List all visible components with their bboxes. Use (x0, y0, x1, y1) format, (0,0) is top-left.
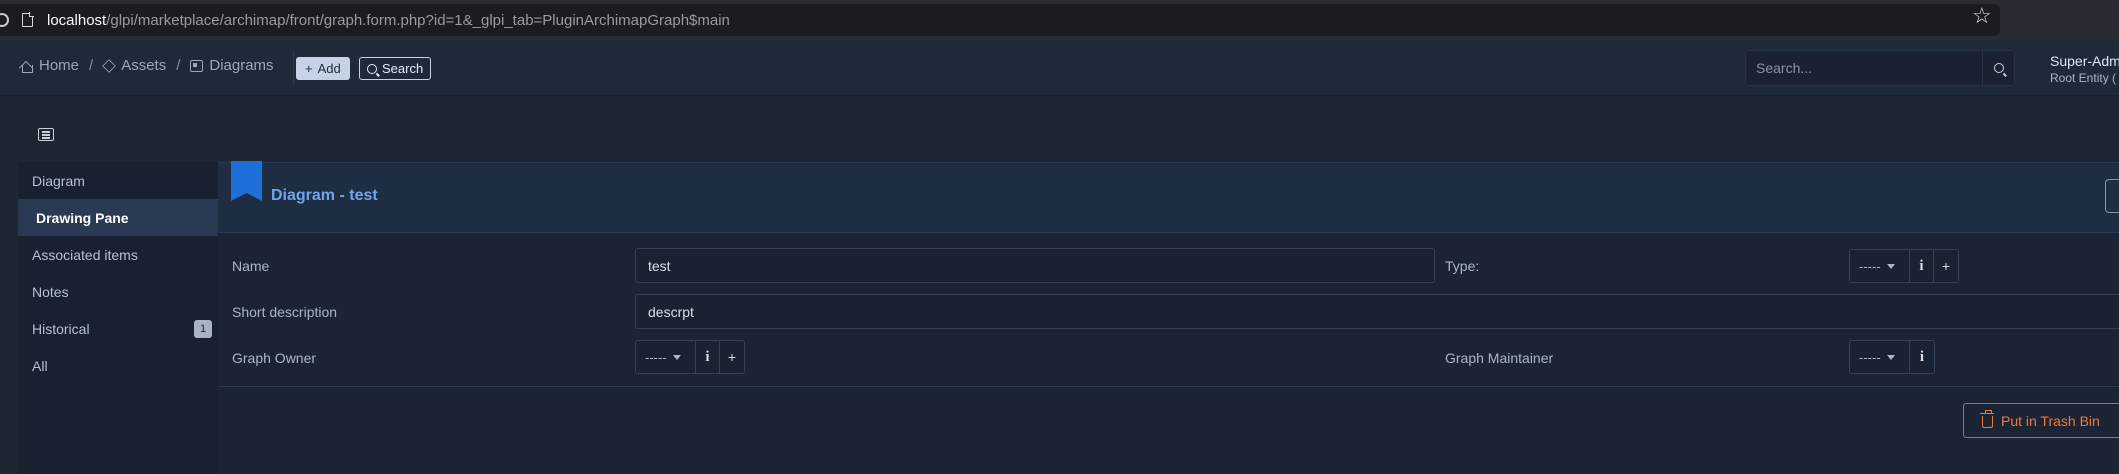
tab-historical[interactable]: Historical 1 (18, 310, 218, 347)
card-header-button[interactable] (2105, 179, 2119, 213)
name-input[interactable] (635, 248, 1435, 283)
tab-label: All (32, 357, 48, 374)
count-badge: 1 (194, 320, 212, 338)
graph-owner-add-button[interactable]: + (720, 341, 744, 373)
home-icon (20, 60, 33, 73)
short-description-label: Short description (232, 304, 338, 320)
breadcrumb-diagrams[interactable]: Diagrams (190, 57, 274, 74)
tab-all[interactable]: All (18, 347, 218, 384)
graph-owner-select-value: ----- (645, 349, 667, 365)
type-label: Type: (1445, 258, 1480, 274)
search-button-label: Search (382, 61, 424, 76)
bookmark-ribbon-icon (231, 161, 262, 201)
tab-notes[interactable]: Notes (18, 273, 218, 310)
search-icon (1993, 63, 2004, 73)
global-search-input[interactable] (1746, 51, 1982, 85)
type-dropdown-group: ----- i + (1849, 249, 1959, 283)
put-in-trash-label: Put in Trash Bin (2001, 412, 2100, 429)
graph-owner-dropdown-group: ----- i + (635, 340, 745, 374)
tab-label: Diagram (32, 172, 85, 189)
card-header: Diagram - test (218, 161, 2119, 233)
graph-maintainer-select[interactable]: ----- (1850, 341, 1910, 373)
search-button[interactable]: Search (359, 57, 432, 80)
cube-icon (102, 58, 116, 73)
url-bar[interactable]: localhost/glpi/marketplace/archimap/fron… (0, 4, 2000, 36)
type-select-value: ----- (1859, 258, 1881, 274)
type-info-button[interactable]: i (1910, 250, 1934, 282)
bookmark-star-icon[interactable]: ☆ (1972, 5, 1992, 27)
url-host: localhost (47, 12, 107, 29)
global-search (1745, 50, 2015, 86)
add-button-label: Add (317, 61, 341, 76)
breadcrumb-assets-label: Assets (121, 57, 167, 74)
short-description-input[interactable] (635, 294, 2119, 329)
plus-icon: + (305, 61, 313, 76)
graph-maintainer-info-button[interactable]: i (1910, 341, 1934, 373)
type-add-button[interactable]: + (1934, 250, 1958, 282)
plus-icon: + (727, 349, 737, 365)
chevron-down-icon (1886, 354, 1895, 360)
site-info-icon[interactable] (0, 13, 9, 27)
graph-owner-info-button[interactable]: i (696, 341, 720, 373)
type-select[interactable]: ----- (1850, 250, 1910, 282)
put-in-trash-button[interactable]: Put in Trash Bin (1963, 403, 2119, 438)
browser-toolbar: localhost/glpi/marketplace/archimap/fron… (0, 0, 2119, 40)
tab-drawing-pane[interactable]: Drawing Pane (18, 199, 218, 236)
breadcrumb-separator: / (176, 57, 181, 74)
graph-owner-label: Graph Owner (232, 350, 317, 366)
tab-label: Drawing Pane (36, 209, 129, 226)
graph-maintainer-label: Graph Maintainer (1445, 350, 1554, 366)
breadcrumb-separator: / (89, 57, 94, 74)
graph-maintainer-dropdown-group: ----- i (1849, 340, 1935, 374)
tabs-sidebar: Diagram Drawing Pane Associated items No… (18, 162, 218, 474)
tabs-toggle-icon[interactable] (38, 128, 54, 141)
graph-owner-select[interactable]: ----- (636, 341, 696, 373)
trash-icon (1980, 409, 1994, 428)
breadcrumb-assets[interactable]: Assets (102, 57, 167, 74)
breadcrumb-diagrams-label: Diagrams (209, 57, 274, 74)
name-label: Name (232, 258, 270, 274)
global-search-button[interactable] (1982, 51, 2014, 85)
main-card: Diagram - test Name Type: ----- i + Shor… (218, 161, 2119, 474)
tab-label: Historical (32, 320, 90, 337)
header-divider (293, 50, 294, 86)
card-divider (218, 386, 2119, 387)
plus-icon: + (1941, 258, 1951, 274)
info-icon: i (1919, 257, 1924, 274)
tab-label: Notes (32, 283, 69, 300)
tab-associated-items[interactable]: Associated items (18, 236, 218, 273)
page-icon (22, 12, 34, 27)
user-entity[interactable]: Root Entity ( (2050, 71, 2116, 85)
chevron-down-icon (1886, 263, 1895, 269)
info-icon: i (705, 348, 710, 365)
url-text[interactable]: localhost/glpi/marketplace/archimap/fron… (47, 12, 730, 29)
breadcrumb-home-label: Home (39, 57, 80, 74)
app-header: Home / Assets / Diagrams + Add Search Su… (0, 40, 2119, 96)
url-path: /glpi/marketplace/archimap/front/graph.f… (106, 12, 730, 29)
diagram-icon (190, 59, 204, 72)
add-button[interactable]: + Add (296, 57, 350, 80)
info-icon: i (1919, 348, 1925, 365)
card-title: Diagram - test (271, 187, 378, 204)
chevron-down-icon (672, 354, 681, 360)
tab-label: Associated items (32, 246, 138, 263)
search-icon (367, 63, 377, 74)
breadcrumb-home[interactable]: Home (20, 57, 79, 74)
user-name[interactable]: Super-Adm (2050, 53, 2119, 69)
breadcrumb: Home / Assets / Diagrams (20, 57, 274, 74)
graph-maintainer-select-value: ----- (1859, 349, 1881, 365)
tab-diagram[interactable]: Diagram (18, 162, 218, 199)
